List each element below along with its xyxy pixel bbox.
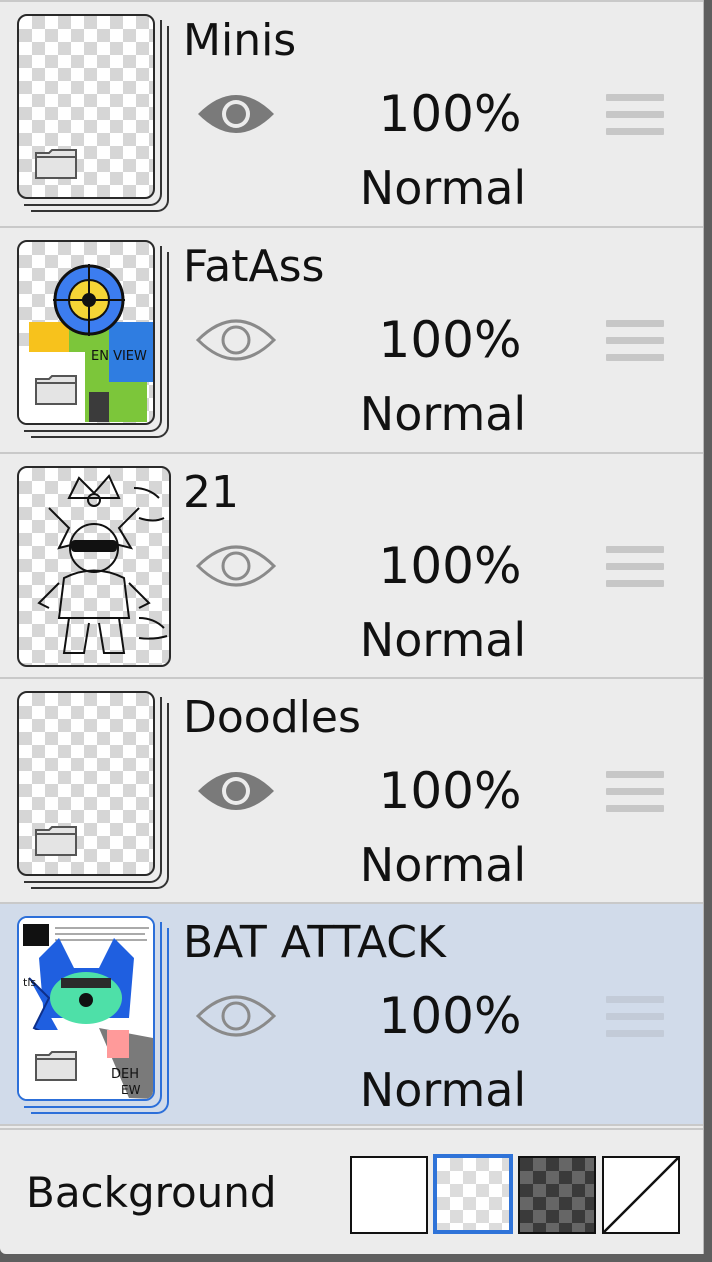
drag-handle-icon[interactable] [606, 320, 664, 366]
eye-filled-icon[interactable] [196, 761, 276, 821]
layer-row-minis[interactable]: Minis 100% Normal [0, 0, 703, 224]
layer-name[interactable]: 21 [183, 468, 239, 518]
eye-filled-icon[interactable] [196, 84, 276, 144]
layer-name[interactable]: Minis [183, 16, 296, 66]
layer-blend-mode[interactable]: Normal [340, 386, 546, 442]
thumbnail-image [17, 14, 155, 199]
thumbnail-image: DEH EW tls [17, 916, 155, 1101]
drag-handle-icon[interactable] [606, 771, 664, 817]
folder-icon [35, 826, 77, 856]
layer-name[interactable]: Doodles [183, 693, 361, 743]
drag-handle-icon[interactable] [606, 94, 664, 140]
layer-opacity[interactable]: 100% [372, 84, 528, 144]
diagonal-slash-icon [604, 1158, 678, 1232]
svg-text:DEH: DEH [111, 1067, 139, 1082]
layer-opacity[interactable]: 100% [372, 986, 528, 1046]
layer-row-21[interactable]: 21 100% Normal [0, 452, 703, 676]
eye-outline-icon[interactable] [196, 310, 276, 370]
thumbnail-image [17, 466, 171, 667]
background-dark-checker-swatch[interactable] [518, 1156, 596, 1234]
layer-thumbnail[interactable] [17, 466, 175, 671]
layer-opacity[interactable]: 100% [372, 761, 528, 821]
thumbnail-image [17, 691, 155, 876]
layer-thumbnail[interactable]: EN VIEW [17, 240, 175, 445]
background-transparent-swatch[interactable] [433, 1154, 513, 1234]
folder-icon [35, 149, 77, 179]
svg-text:tls: tls [23, 976, 36, 989]
layer-name[interactable]: FatAss [183, 242, 324, 292]
layer-blend-mode[interactable]: Normal [340, 837, 546, 893]
layer-blend-mode[interactable]: Normal [340, 160, 546, 216]
background-label: Background [26, 1168, 277, 1217]
eye-outline-icon[interactable] [196, 536, 276, 596]
layer-row-bat-attack[interactable]: DEH EW tls BAT ATTACK 100% Normal [0, 902, 703, 1126]
lineart-sketch-image [37, 474, 168, 654]
svg-text:EW: EW [121, 1083, 141, 1097]
layer-row-fatass[interactable]: EN VIEW FatAss 100% Normal [0, 226, 703, 450]
drag-handle-icon[interactable] [606, 546, 664, 592]
layer-blend-mode[interactable]: Normal [340, 612, 546, 668]
thumbnail-image: EN VIEW [17, 240, 155, 425]
background-white-swatch[interactable] [350, 1156, 428, 1234]
layer-row-doodles[interactable]: Doodles 100% Normal [0, 677, 703, 901]
layer-thumbnail[interactable]: DEH EW tls [17, 916, 175, 1121]
svg-text:EN VIEW: EN VIEW [91, 349, 147, 364]
layer-thumbnail[interactable] [17, 691, 175, 896]
folder-icon [35, 375, 77, 405]
layer-name[interactable]: BAT ATTACK [183, 918, 446, 968]
background-selector: Background [0, 1128, 703, 1254]
layer-opacity[interactable]: 100% [372, 310, 528, 370]
eye-outline-icon[interactable] [196, 986, 276, 1046]
layer-blend-mode[interactable]: Normal [340, 1062, 546, 1118]
layers-panel: Minis 100% Normal EN VIEW FatAss 100% No… [0, 0, 704, 1254]
layer-thumbnail[interactable] [17, 14, 175, 219]
folder-icon [35, 1051, 77, 1081]
layer-opacity[interactable]: 100% [372, 536, 528, 596]
background-none-swatch[interactable] [602, 1156, 680, 1234]
drag-handle-icon[interactable] [606, 996, 664, 1042]
